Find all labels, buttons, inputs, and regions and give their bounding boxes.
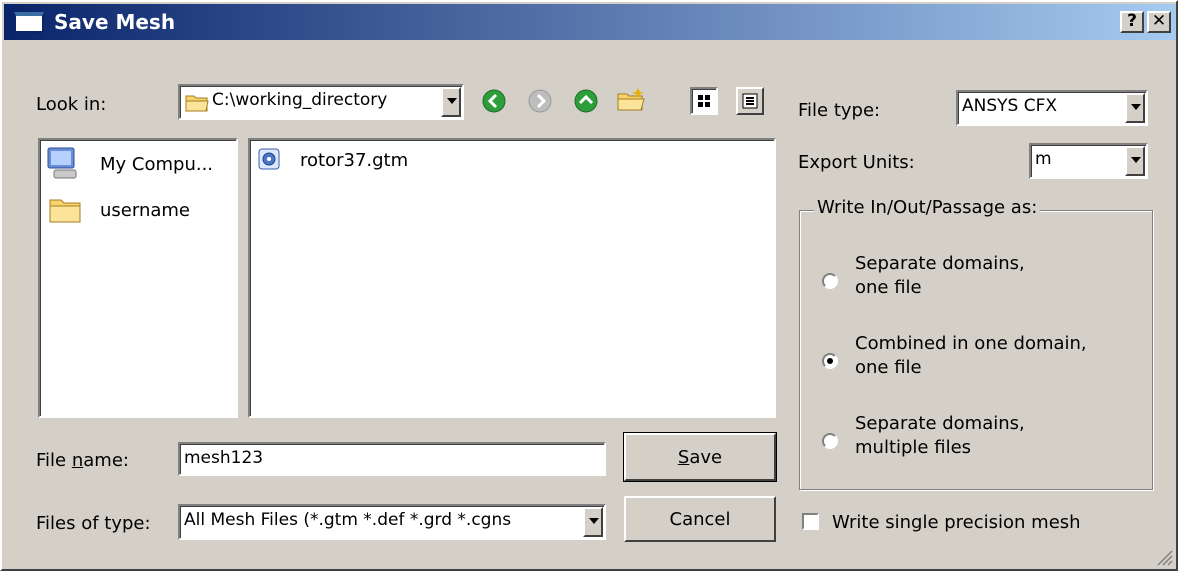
- up-folder-icon[interactable]: [573, 88, 599, 114]
- window-icon: [14, 12, 44, 33]
- radio-separate-one-file[interactable]: Separate domains, one file: [822, 253, 1142, 309]
- radio-separate-multiple-files[interactable]: Separate domains, multiple files: [822, 413, 1142, 469]
- details-view-icon: [742, 93, 758, 109]
- title-bar[interactable]: Save Mesh ? ✕: [4, 4, 1176, 40]
- back-icon[interactable]: [481, 88, 507, 114]
- file-name-input[interactable]: mesh123: [178, 442, 606, 476]
- single-precision-label: Write single precision mesh: [832, 512, 1081, 533]
- resize-grip-icon[interactable]: [1154, 547, 1174, 567]
- radio-label-line2: one file: [855, 357, 922, 378]
- details-view-button[interactable]: [736, 87, 764, 115]
- computer-icon: [47, 147, 77, 179]
- radio-combined-one-file[interactable]: Combined in one domain, one file: [822, 333, 1142, 389]
- export-units-select[interactable]: m: [1029, 143, 1148, 179]
- close-button[interactable]: ✕: [1147, 11, 1171, 33]
- radio-label-line1: Separate domains,: [855, 253, 1025, 274]
- files-of-type-value: All Mesh Files (*.gtm *.def *.grd *.cgns: [184, 510, 512, 530]
- look-in-label: Look in:: [36, 94, 107, 115]
- single-precision-checkbox[interactable]: Write single precision mesh: [802, 512, 1122, 536]
- icons-view-icon: [698, 95, 710, 107]
- look-in-dropdown-arrow[interactable]: [441, 87, 461, 117]
- place-label: username: [100, 200, 190, 221]
- place-label: My Compu...: [100, 154, 214, 175]
- file-type-label: File type:: [798, 100, 881, 121]
- radio-button[interactable]: [822, 273, 838, 289]
- forward-icon[interactable]: [527, 88, 553, 114]
- file-icon: [258, 148, 280, 170]
- file-name-value: mesh123: [184, 448, 264, 468]
- file-name: rotor37.gtm: [300, 150, 409, 171]
- file-type-value: ANSYS CFX: [962, 96, 1058, 116]
- help-button[interactable]: ?: [1120, 11, 1144, 33]
- group-title: Write In/Out/Passage as:: [814, 197, 1041, 218]
- new-folder-icon[interactable]: [616, 86, 646, 114]
- write-mode-group: Write In/Out/Passage as: Separate domain…: [799, 197, 1153, 490]
- checkbox[interactable]: [802, 513, 819, 530]
- list-view-button[interactable]: [690, 87, 718, 115]
- places-bar: My Compu... username: [38, 138, 238, 418]
- export-units-label: Export Units:: [798, 152, 915, 173]
- file-type-dropdown-arrow[interactable]: [1125, 93, 1145, 123]
- radio-label-line1: Combined in one domain,: [855, 333, 1087, 354]
- radio-button[interactable]: [822, 433, 838, 449]
- radio-label-line2: one file: [855, 277, 922, 298]
- folder-icon: [49, 199, 81, 223]
- cancel-button[interactable]: Cancel: [624, 496, 776, 542]
- files-of-type-label: Files of type:: [36, 513, 151, 534]
- file-list[interactable]: rotor37.gtm: [248, 138, 776, 418]
- save-button[interactable]: Save: [623, 432, 777, 482]
- radio-label-line2: multiple files: [855, 437, 972, 458]
- files-of-type-dropdown-arrow[interactable]: [583, 507, 603, 537]
- folder-open-icon: [185, 95, 209, 112]
- look-in-value: C:\working_directory: [212, 90, 388, 110]
- look-in-select[interactable]: C:\working_directory: [178, 84, 464, 120]
- save-label: Save: [677, 447, 723, 468]
- export-units-value: m: [1035, 149, 1052, 169]
- window-title: Save Mesh: [54, 10, 176, 34]
- file-name-label: File name:: [36, 450, 129, 471]
- cancel-label: Cancel: [669, 509, 731, 530]
- radio-button[interactable]: [822, 353, 838, 369]
- file-type-select[interactable]: ANSYS CFX: [956, 90, 1148, 126]
- radio-label-line1: Separate domains,: [855, 413, 1025, 434]
- save-mesh-dialog: Save Mesh ? ✕ Look in: C:\working_direct…: [0, 0, 1178, 571]
- export-units-dropdown-arrow[interactable]: [1125, 146, 1145, 176]
- files-of-type-select[interactable]: All Mesh Files (*.gtm *.def *.grd *.cgns: [178, 504, 606, 540]
